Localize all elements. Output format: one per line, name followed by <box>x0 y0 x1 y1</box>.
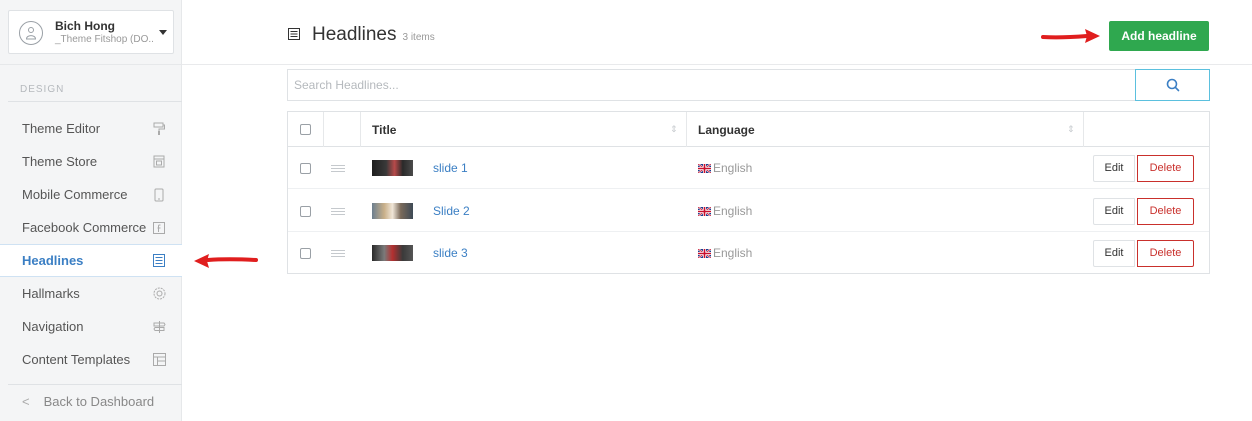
badge-icon <box>152 287 166 301</box>
delete-button[interactable]: Delete <box>1137 239 1194 267</box>
slide-thumbnail <box>372 245 413 261</box>
drag-handle-icon[interactable] <box>331 248 345 259</box>
signpost-icon <box>152 320 166 334</box>
table-row: Slide 2 English Edit Delete <box>288 190 1209 232</box>
item-count: 3 items <box>402 32 435 43</box>
drag-handle-icon[interactable] <box>331 163 345 174</box>
back-label: Back to Dashboard <box>43 394 155 409</box>
divider <box>8 101 182 102</box>
sidebar-item-label: Theme Store <box>22 154 98 169</box>
add-headline-button[interactable]: Add headline <box>1109 21 1209 51</box>
drag-handle-icon[interactable] <box>331 206 345 217</box>
sidebar-item-mobile-commerce[interactable]: Mobile Commerce <box>0 178 182 211</box>
table-header: Title ⇕ Language ⇕ <box>288 112 1209 147</box>
headlines-icon <box>288 28 300 40</box>
sidebar-item-hallmarks[interactable]: Hallmarks <box>0 277 182 310</box>
account-switcher[interactable]: Bich Hong _Theme Fitshop (DO.. <box>8 10 174 54</box>
headline-title-link[interactable]: Slide 2 <box>433 204 470 218</box>
uk-flag-icon <box>698 163 711 173</box>
headline-title-link[interactable]: slide 3 <box>433 246 468 260</box>
search-button[interactable] <box>1135 69 1210 101</box>
row-checkbox[interactable] <box>300 247 311 259</box>
user-icon <box>25 27 37 40</box>
paint-roller-icon <box>152 122 166 136</box>
divider <box>182 64 1252 65</box>
headlines-icon <box>152 254 166 268</box>
language-label: English <box>713 246 753 260</box>
slide-thumbnail <box>372 160 413 176</box>
select-all-checkbox[interactable] <box>300 124 311 135</box>
uk-flag-icon <box>698 206 711 216</box>
table-row: slide 1 English Edit Delete <box>288 147 1209 189</box>
sidebar-item-label: Facebook Commerce <box>22 220 147 235</box>
edit-button[interactable]: Edit <box>1093 239 1135 267</box>
sidebar-item-label: Hallmarks <box>22 286 80 301</box>
template-icon <box>152 353 166 367</box>
back-to-dashboard-link[interactable]: < Back to Dashboard <box>22 394 154 409</box>
search-icon <box>1166 78 1179 92</box>
chevron-left-icon: < <box>22 394 30 409</box>
slide-thumbnail <box>372 203 413 219</box>
sort-icon[interactable]: ⇕ <box>1067 124 1075 135</box>
page-header: Headlines 3 items <box>288 24 435 46</box>
headline-title-link[interactable]: slide 1 <box>433 161 468 175</box>
delete-button[interactable]: Delete <box>1137 197 1194 225</box>
column-header-title[interactable]: Title <box>372 112 396 147</box>
sidebar-item-headlines[interactable]: Headlines <box>0 244 182 277</box>
section-label: DESIGN <box>20 84 65 95</box>
annotation-arrow-right <box>1041 29 1100 43</box>
sort-icon[interactable]: ⇕ <box>670 124 678 135</box>
user-name: Bich Hong <box>55 19 115 33</box>
divider <box>8 384 182 385</box>
row-checkbox[interactable] <box>300 162 311 174</box>
sidebar-item-navigation[interactable]: Navigation <box>0 310 182 343</box>
table-row: slide 3 English Edit Delete <box>288 232 1209 274</box>
uk-flag-icon <box>698 248 711 258</box>
sidebar-item-label: Content Templates <box>22 352 131 367</box>
annotation-arrow-left <box>194 254 258 268</box>
column-header-language[interactable]: Language <box>698 112 755 147</box>
sidebar-item-content-templates[interactable]: Content Templates <box>0 343 182 376</box>
store-icon <box>152 155 166 169</box>
sidebar-item-theme-editor[interactable]: Theme Editor <box>0 112 182 145</box>
search-bar <box>287 69 1210 101</box>
facebook-icon <box>152 221 166 235</box>
search-input[interactable] <box>288 70 1134 100</box>
sidebar-item-label: Headlines <box>22 253 84 268</box>
sidebar-item-label: Navigation <box>22 319 84 334</box>
delete-button[interactable]: Delete <box>1137 154 1194 182</box>
headlines-table: Title ⇕ Language ⇕ slide 1 English Edit … <box>287 111 1210 274</box>
select-all-cell <box>300 112 311 147</box>
shop-name: _Theme Fitshop (DO.. <box>55 34 154 45</box>
sidebar-item-facebook-commerce[interactable]: Facebook Commerce <box>0 211 182 244</box>
edit-button[interactable]: Edit <box>1093 197 1135 225</box>
sidebar-item-label: Mobile Commerce <box>22 187 128 202</box>
language-label: English <box>713 204 753 218</box>
page-title: Headlines <box>312 24 397 45</box>
mobile-icon <box>152 188 166 202</box>
avatar <box>19 21 43 45</box>
language-label: English <box>713 161 753 175</box>
edit-button[interactable]: Edit <box>1093 154 1135 182</box>
caret-down-icon[interactable] <box>159 30 167 35</box>
sidebar-item-theme-store[interactable]: Theme Store <box>0 145 182 178</box>
sidebar: Bich Hong _Theme Fitshop (DO.. DESIGN Th… <box>0 0 182 421</box>
sidebar-item-label: Theme Editor <box>22 121 101 136</box>
row-checkbox[interactable] <box>300 205 311 217</box>
divider <box>0 64 182 65</box>
